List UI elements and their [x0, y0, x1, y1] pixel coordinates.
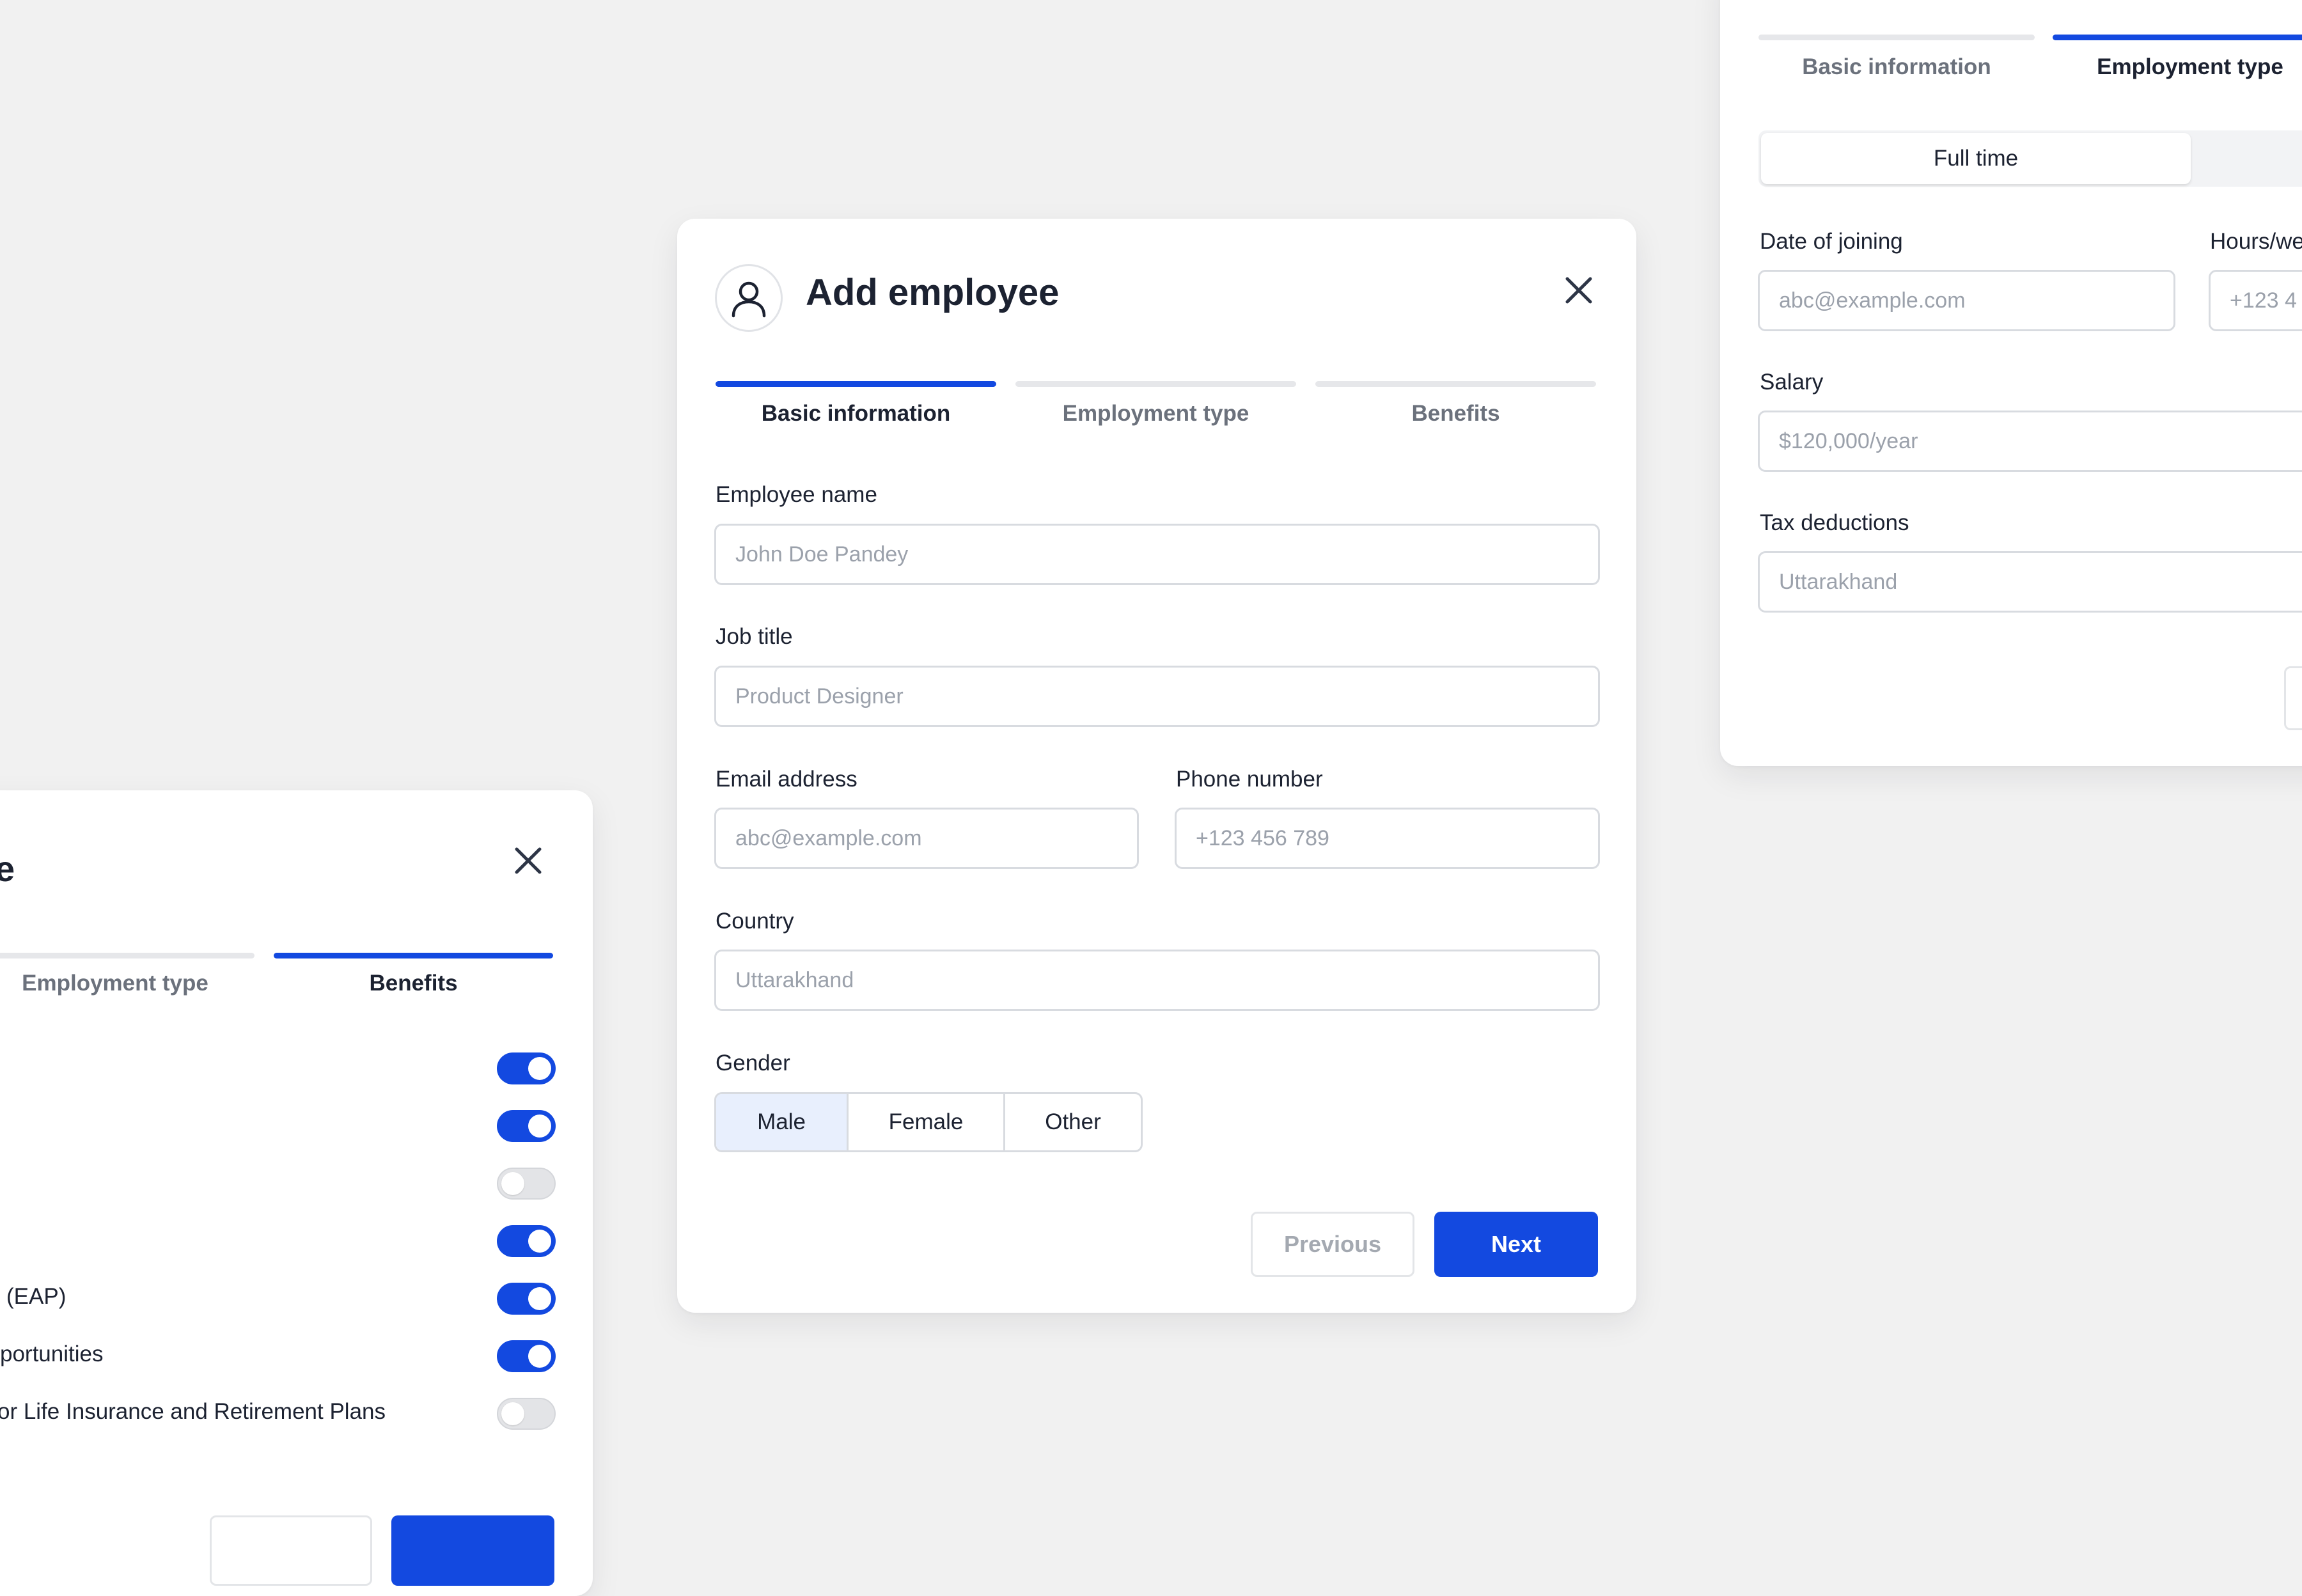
employee-name-label: Employee name [716, 482, 877, 507]
tab-employment-type[interactable]: Employment type [2053, 54, 2302, 80]
tab-benefits-indicator [1315, 381, 1596, 387]
tab-basic-information[interactable]: Basic information [1758, 54, 2035, 80]
salary-input[interactable]: $120,000/year [1758, 411, 2302, 472]
benefit-toggle-4[interactable] [497, 1225, 556, 1257]
date-of-joining-input[interactable]: abc@example.com [1758, 270, 2175, 331]
tax-deductions-label: Tax deductions [1760, 510, 1909, 535]
hours-per-week-input[interactable]: +123 4 [2209, 270, 2302, 331]
tab-employment-type-indicator [0, 953, 254, 958]
gender-option-male[interactable]: Male [716, 1094, 847, 1150]
salary-label: Salary [1760, 370, 1824, 395]
email-label: Email address [716, 767, 857, 792]
tab-employment-type[interactable]: Employment type [0, 971, 269, 996]
tab-benefits-indicator [274, 953, 553, 958]
tab-benefits[interactable]: Benefits [274, 971, 553, 996]
dialog-title-fragment: e [0, 849, 15, 889]
add-employee-dialog: Add employee Basic information Employmen… [677, 219, 1636, 1313]
benefit-label-6: portunities [0, 1342, 104, 1366]
tab-employment-type-indicator [1015, 381, 1296, 387]
employee-name-input[interactable]: John Doe Pandey [714, 524, 1600, 585]
benefit-toggle-6[interactable] [497, 1340, 556, 1372]
benefit-toggle-3[interactable] [497, 1168, 556, 1200]
tab-basic-information-indicator [1758, 35, 2035, 40]
previous-button[interactable] [2284, 666, 2302, 730]
next-button[interactable] [391, 1515, 554, 1586]
country-input[interactable]: Uttarakhand [714, 950, 1600, 1011]
employment-type-full-time[interactable]: Full time [1761, 133, 2191, 184]
country-label: Country [716, 909, 794, 934]
job-title-label: Job title [716, 624, 793, 649]
next-button[interactable]: Next [1434, 1212, 1598, 1277]
tab-employment-type-indicator [2053, 35, 2302, 40]
avatar-icon [715, 264, 783, 332]
tab-employment-type[interactable]: Employment type [1015, 401, 1296, 426]
gender-option-female[interactable]: Female [847, 1094, 1003, 1150]
hours-per-week-label: Hours/we [2210, 229, 2302, 254]
previous-button[interactable] [210, 1515, 372, 1586]
email-field[interactable]: abc@example.com [714, 808, 1139, 869]
phone-field[interactable]: +123 456 789 [1175, 808, 1600, 869]
employment-type-dialog: Basic information Employment type Full t… [1720, 0, 2302, 766]
tab-basic-information-indicator [716, 381, 996, 387]
employment-type-segmented: Full time [1758, 130, 2302, 187]
benefit-toggle-2[interactable] [497, 1110, 556, 1142]
page-title: Add employee [806, 272, 1060, 313]
benefit-toggle-5[interactable] [497, 1283, 556, 1315]
benefit-label-7: or Life Insurance and Retirement Plans [0, 1399, 386, 1424]
gender-segmented-control: Male Female Other [714, 1092, 1143, 1152]
benefit-toggle-7[interactable] [497, 1398, 556, 1430]
gender-option-other[interactable]: Other [1003, 1094, 1141, 1150]
close-icon[interactable] [1562, 274, 1595, 307]
date-of-joining-label: Date of joining [1760, 229, 1903, 254]
tab-basic-information[interactable]: Basic information [716, 401, 996, 426]
phone-label: Phone number [1176, 767, 1323, 792]
benefits-dialog: e Employment type Benefits (EAP) portuni… [0, 790, 593, 1596]
close-icon[interactable] [512, 844, 545, 877]
tab-benefits[interactable]: Benefits [1315, 401, 1596, 426]
job-title-input[interactable]: Product Designer [714, 666, 1600, 727]
benefit-toggle-1[interactable] [497, 1052, 556, 1084]
gender-label: Gender [716, 1051, 790, 1076]
tax-deductions-input[interactable]: Uttarakhand [1758, 551, 2302, 613]
previous-button[interactable]: Previous [1251, 1212, 1414, 1277]
benefit-label-5: (EAP) [6, 1284, 67, 1309]
